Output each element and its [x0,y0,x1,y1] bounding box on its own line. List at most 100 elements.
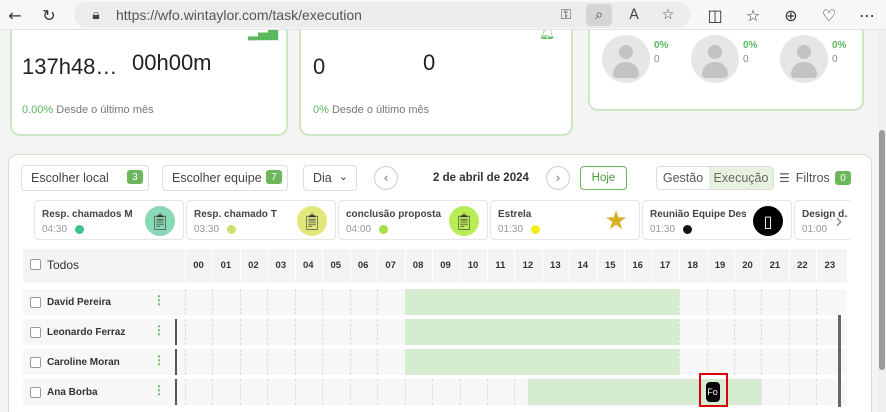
hour-cell[interactable] [761,379,788,405]
row-checkbox[interactable] [30,357,41,368]
hour-cell[interactable] [377,289,404,315]
row-checkbox[interactable] [30,297,41,308]
tab-execucao[interactable]: Execução [709,167,773,189]
hour-cell[interactable] [734,319,761,345]
next-day-button[interactable]: › [546,166,570,190]
health-icon[interactable]: ♡ [818,4,840,26]
table-row[interactable]: David Pereira ⋮ [23,289,847,315]
hour-cell[interactable] [404,379,432,405]
hour-cell[interactable] [761,289,788,315]
hour-cell[interactable] [349,319,377,345]
hour-cell[interactable] [349,349,377,375]
table-row[interactable]: Caroline Moran ⋮ [23,349,847,375]
hour-cell[interactable] [294,289,322,315]
page-scrollbar-thumb[interactable] [879,130,885,370]
task-card[interactable]: Resp. chamado T 03:30 📋︎ [186,200,336,240]
hour-cell[interactable] [267,349,294,375]
hour-cell[interactable] [761,349,788,375]
shift-bar[interactable] [404,319,680,345]
row-menu-icon[interactable]: ⋮ [153,384,165,396]
task-card[interactable]: conclusão proposta c... 04:00 📋︎ [338,200,488,240]
favorite-star-icon[interactable]: ☆ [658,5,678,25]
hour-cell[interactable] [788,349,816,375]
hour-cell[interactable] [239,319,267,345]
task-card[interactable]: Resp. chamados M 04:30 📋︎ [34,200,184,240]
row-checkbox[interactable] [30,327,41,338]
hour-cell[interactable] [185,349,212,375]
hour-cell[interactable] [185,319,212,345]
read-aloud-icon[interactable]: A [624,5,644,25]
row-menu-icon[interactable]: ⋮ [153,324,165,336]
filters-button[interactable]: ☰ Filtros 0 [777,166,851,190]
split-screen-icon[interactable]: ◫ [704,4,726,26]
hour-cell[interactable] [212,289,239,315]
back-icon[interactable]: ← [4,4,26,26]
hour-cell[interactable] [706,349,734,375]
hour-cell[interactable] [788,379,816,405]
hour-cell[interactable] [294,379,322,405]
favorites-icon[interactable]: ☆ [742,4,764,26]
hour-cell[interactable] [788,289,816,315]
table-row[interactable]: Leonardo Ferraz ⋮ [23,319,847,345]
hour-cell[interactable] [706,289,734,315]
hour-cell[interactable] [734,289,761,315]
zoom-icon[interactable]: ⌕ [586,4,612,26]
key-icon[interactable]: ⚿ [556,5,576,25]
hour-cell[interactable] [432,379,459,405]
hour-cell[interactable] [377,349,404,375]
hour-cell[interactable] [294,319,322,345]
hour-cell[interactable] [294,349,322,375]
hour-cell[interactable] [734,349,761,375]
hour-cell[interactable] [212,319,239,345]
hour-cell[interactable] [322,319,349,345]
select-all-checkbox[interactable] [30,259,41,270]
address-bar[interactable]: 🔒︎ https://wfo.wintaylor.com/task/execut… [74,2,690,28]
table-row[interactable]: Ana Borba ⋮ Fo [23,373,847,407]
hour-cell[interactable] [377,319,404,345]
period-select[interactable]: Dia ⌄ [303,165,357,191]
hour-cell[interactable] [679,289,706,315]
hour-cell[interactable] [212,349,239,375]
choose-location-select[interactable]: Escolher local 3 [21,165,149,191]
scroll-right-icon[interactable]: › [835,209,843,233]
collections-icon[interactable]: ⊕ [780,4,802,26]
hour-cell[interactable] [679,349,706,375]
task-card[interactable]: Reunião Equipe Dese... 01:30 ▯ [642,200,792,240]
hour-cell[interactable] [239,349,267,375]
hour-cell[interactable] [185,379,212,405]
shift-bar[interactable] [404,349,680,375]
hour-cell[interactable] [679,319,706,345]
row-checkbox[interactable] [30,387,41,398]
hour-cell[interactable] [816,289,843,315]
hour-cell[interactable] [706,319,734,345]
tab-gestao[interactable]: Gestão [657,166,709,190]
hour-cell[interactable] [322,379,349,405]
hour-cell[interactable] [349,289,377,315]
shift-bar[interactable] [404,289,680,315]
gantt-scrollbar[interactable] [838,315,841,407]
choose-team-select[interactable]: Escolher equipe 7 [162,165,288,191]
row-menu-icon[interactable]: ⋮ [153,294,165,306]
more-icon[interactable]: ⋯ [856,4,878,26]
hour-cell[interactable] [212,379,239,405]
hour-cell[interactable] [349,379,377,405]
lock-icon[interactable]: 🔒︎ [86,5,106,25]
hour-cell[interactable] [267,319,294,345]
hour-cell[interactable] [267,379,294,405]
hour-cell[interactable] [788,319,816,345]
hour-cell[interactable] [377,379,404,405]
hour-cell[interactable] [322,289,349,315]
today-button[interactable]: Hoje [580,166,627,190]
hour-cell[interactable] [459,379,487,405]
hour-cell[interactable] [761,319,788,345]
hour-cell[interactable] [486,379,514,405]
hour-cell[interactable] [239,289,267,315]
hour-cell[interactable] [185,289,212,315]
task-card[interactable]: Estrela 01:30 ★ [490,200,640,240]
row-menu-icon[interactable]: ⋮ [153,354,165,366]
refresh-icon[interactable]: ↻ [38,4,60,26]
prev-day-button[interactable]: ‹ [374,166,398,190]
hour-cell[interactable] [322,349,349,375]
hour-cell[interactable] [239,379,267,405]
hour-cell[interactable] [267,289,294,315]
